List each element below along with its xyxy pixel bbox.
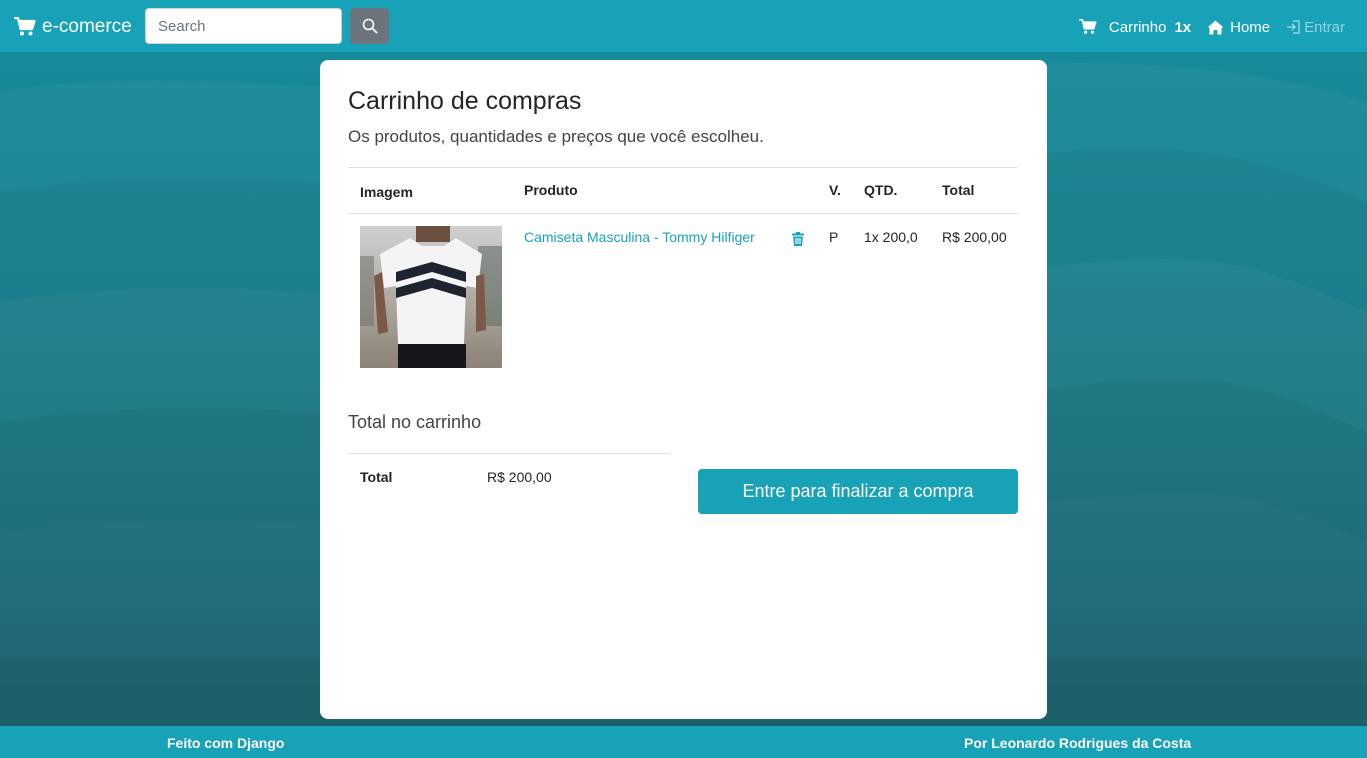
- column-header-total: Total: [942, 182, 975, 198]
- nav-right: Carrinho 1x Home Entrar: [1079, 14, 1345, 40]
- table-row: Camiseta Masculina - Tommy Hilfiger P 1x…: [348, 214, 1018, 384]
- sign-in-icon: [1287, 20, 1300, 34]
- product-image[interactable]: [360, 226, 502, 368]
- search-button[interactable]: [350, 8, 389, 44]
- footer: Feito com Django Por Leonardo Rodrigues …: [0, 726, 1367, 758]
- cart-label: Carrinho: [1108, 18, 1167, 36]
- footer-credit-left: Feito com Django: [167, 735, 285, 751]
- cart-total-heading: Total no carrinho: [348, 412, 482, 432]
- column-header-image: Imagem: [360, 184, 413, 200]
- column-header-product: Produto: [524, 182, 578, 198]
- page-title: Carrinho de compras: [348, 87, 582, 115]
- item-quantity: 1x 200,0: [864, 229, 918, 245]
- remove-item-button[interactable]: [791, 231, 805, 247]
- brand-name: e-comerce: [42, 16, 132, 37]
- home-label: Home: [1230, 18, 1271, 36]
- cart-card: Carrinho de compras Os produtos, quantid…: [320, 60, 1047, 719]
- cart-total-value: R$ 200,00: [487, 469, 552, 485]
- cart-total-table: Total R$ 200,00: [348, 453, 669, 500]
- product-photo-tshirt: [360, 226, 502, 368]
- brand-link[interactable]: e-comerce: [14, 14, 132, 40]
- home-icon: [1207, 20, 1224, 34]
- trash-icon: [792, 232, 804, 246]
- search-icon: [362, 18, 377, 34]
- footer-credit-right: Por Leonardo Rodrigues da Costa: [964, 735, 1192, 751]
- shopping-cart-icon: [14, 17, 36, 36]
- navbar: e-comerce Carrinho 1x Home: [0, 0, 1367, 52]
- cart-total-label: Total: [360, 469, 393, 485]
- shopping-cart-icon: [1079, 19, 1097, 34]
- checkout-login-button[interactable]: Entre para finalizar a compra: [698, 469, 1018, 514]
- table-header: Imagem Produto V. QTD. Total: [348, 167, 1018, 214]
- cart-count-badge: 1x: [1174, 18, 1192, 36]
- column-header-variation: V.: [829, 182, 841, 198]
- home-link[interactable]: Home: [1207, 19, 1270, 36]
- product-link[interactable]: Camiseta Masculina - Tommy Hilfiger: [524, 229, 755, 245]
- login-link[interactable]: Entrar: [1286, 19, 1345, 36]
- column-header-quantity: QTD.: [864, 182, 898, 198]
- login-label: Entrar: [1304, 18, 1345, 36]
- item-total: R$ 200,00: [942, 229, 1007, 245]
- cart-table: Imagem Produto V. QTD. Total Camiseta Ma…: [348, 167, 1018, 384]
- cart-link[interactable]: Carrinho 1x: [1079, 19, 1191, 36]
- page-subtitle: Os produtos, quantidades e preços que vo…: [348, 127, 764, 146]
- search-input[interactable]: [145, 8, 342, 44]
- item-variation: P: [829, 229, 839, 245]
